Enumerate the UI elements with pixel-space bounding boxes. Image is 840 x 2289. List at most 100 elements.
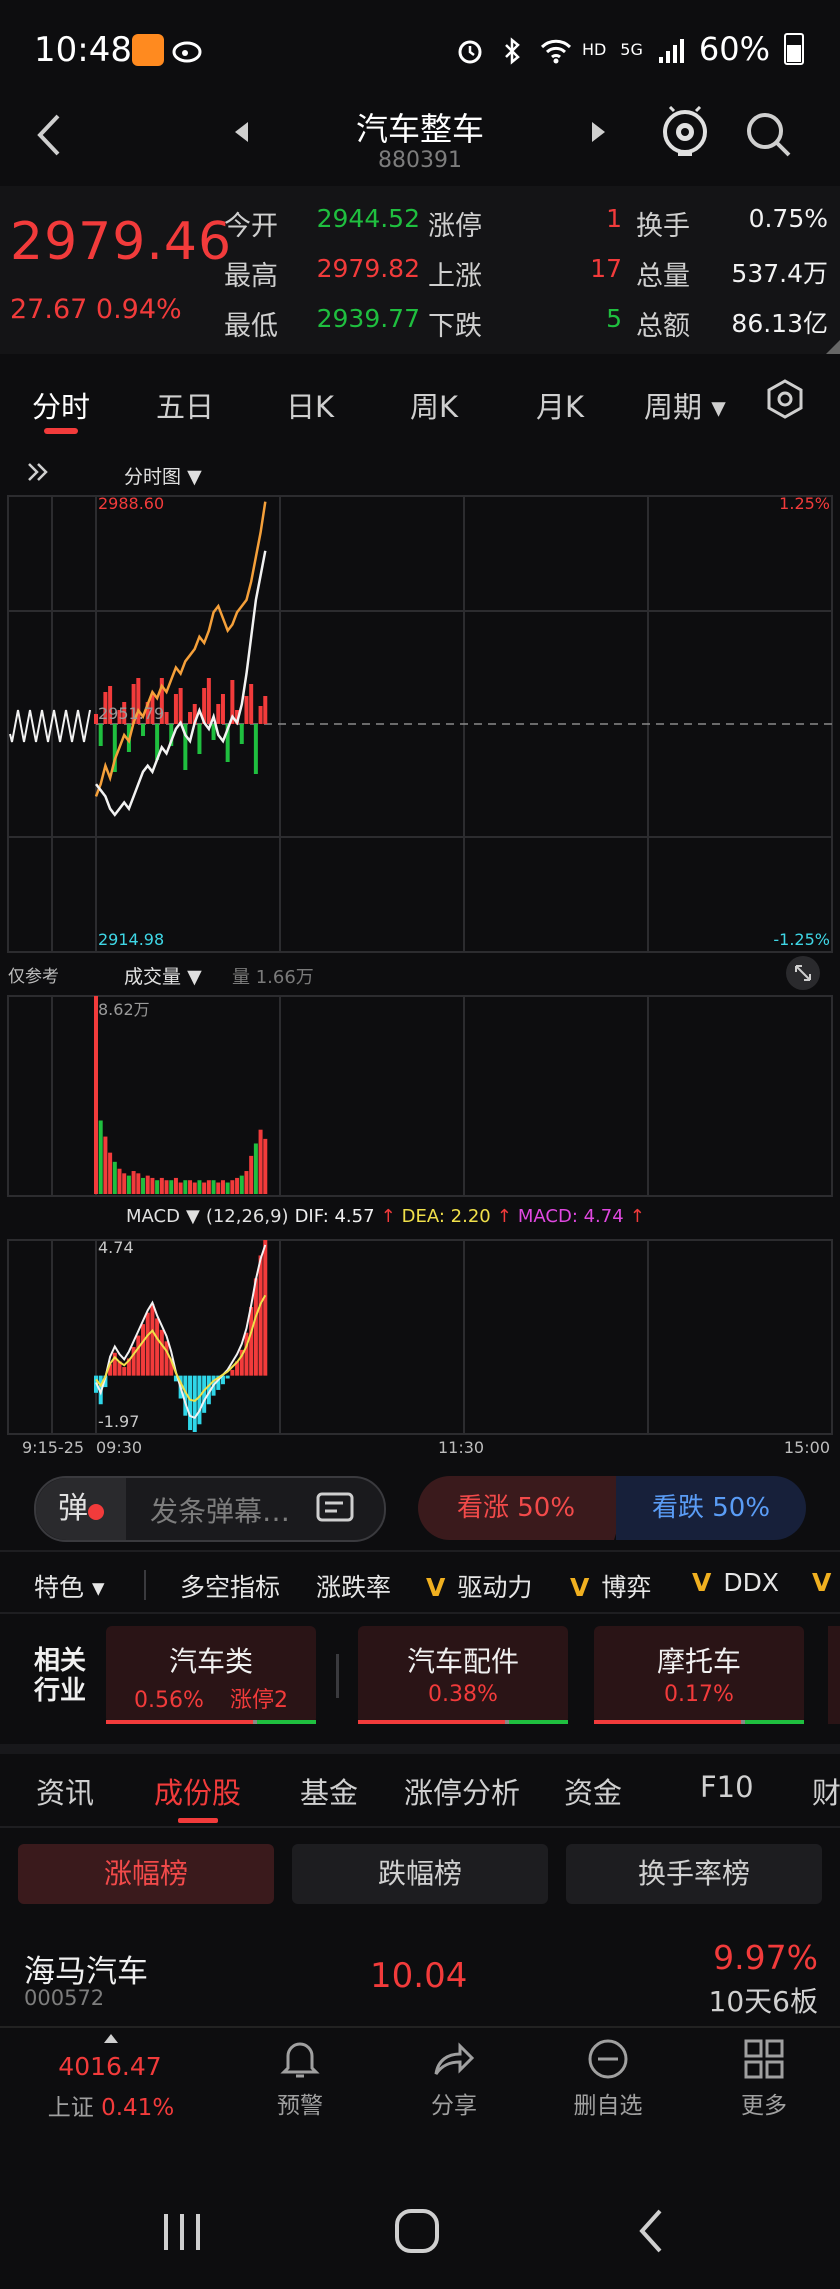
time-label-pre: 9:15-25 (22, 1438, 85, 1457)
sentiment-bar (258, 706, 263, 724)
volume-bar (253, 1143, 258, 1194)
sentiment-bar (178, 688, 183, 724)
divider (336, 1654, 339, 1698)
danmu-check-icon (88, 1504, 104, 1520)
tab-label: 月K (536, 390, 585, 424)
price-mid-label: 2951.79 (98, 704, 165, 723)
info-tab[interactable]: F10 (700, 1770, 754, 1804)
assistant-icon[interactable] (660, 105, 710, 162)
volume-bar (188, 1180, 193, 1194)
price-high-label: 2988.60 (98, 494, 165, 513)
danmu-placeholder[interactable]: 发条弹幕… (150, 1490, 290, 1530)
divider (0, 2026, 840, 2028)
info-tab[interactable]: 涨停分析 (404, 1770, 520, 1812)
danmu-list-icon[interactable] (316, 1492, 356, 1528)
volume-bar (249, 1155, 254, 1194)
feature-item[interactable]: V DDX (692, 1568, 779, 1597)
rank-button[interactable]: 涨幅榜 (18, 1844, 274, 1904)
tab-label: 周K (410, 390, 459, 424)
nav-item[interactable]: 预警 (240, 2038, 360, 2120)
volume-bar (126, 1175, 131, 1194)
feature-item-label: 多空指标 (180, 1573, 281, 1602)
recent-apps-icon[interactable] (160, 2210, 204, 2258)
last-price: 2979.46 (10, 212, 233, 272)
divider (144, 1570, 146, 1600)
rank-button[interactable]: 换手率榜 (566, 1844, 822, 1904)
expand-left-icon[interactable] (26, 460, 50, 488)
search-icon[interactable] (744, 110, 794, 160)
volume-bar (206, 1180, 211, 1194)
volume-dropdown[interactable]: 成交量 ▼ (124, 962, 202, 989)
price-change: 27.67 0.94% (10, 294, 182, 325)
stock-price: 10.04 (370, 1956, 468, 1996)
macd-bar (230, 1369, 235, 1376)
tab-period[interactable]: 五日 (156, 384, 214, 426)
sentiment-bar (263, 696, 268, 724)
stat-label: 总额 (636, 311, 690, 342)
chart-settings-icon[interactable] (764, 378, 806, 424)
rank-button[interactable]: 跌幅榜 (292, 1844, 548, 1904)
macd-min-label: -1.97 (98, 1412, 140, 1431)
feature-item[interactable]: 多空指标 (180, 1568, 280, 1604)
vip-mark-icon: V (812, 1568, 832, 1597)
industry-label: 相关 行业 (34, 1646, 86, 1706)
danmu-toggle[interactable]: 弹 (36, 1478, 126, 1540)
volume-bar (98, 1120, 103, 1194)
bull-vote-button[interactable]: 看涨 50% (418, 1476, 614, 1540)
tab-period[interactable]: 月K (536, 384, 584, 426)
bear-vote-button[interactable]: 看跌 50% (616, 1476, 806, 1540)
sentiment-bar (173, 694, 178, 724)
next-stock-icon[interactable] (588, 120, 608, 148)
feature-item[interactable]: V 博弈 (570, 1568, 651, 1604)
home-icon[interactable] (394, 2208, 440, 2258)
industry-bar (594, 1720, 804, 1724)
intraday-chart[interactable] (0, 452, 840, 1464)
info-tab[interactable]: 资讯 (36, 1770, 94, 1812)
industry-card[interactable]: 汽车配件 0.38% (358, 1626, 568, 1724)
nav-item[interactable]: 更多 (704, 2038, 824, 2120)
change-value: 27.67 (10, 294, 88, 325)
stat-value: 2944.52 (316, 204, 420, 233)
info-tab[interactable]: 基金 (300, 1770, 358, 1812)
stock-name[interactable]: 海马汽车 (24, 1946, 148, 1991)
up-arrow-icon: ↑ (629, 1206, 645, 1227)
industry-card-partial (828, 1626, 840, 1724)
industry-extra: 涨停2 (229, 1688, 288, 1713)
chart-type-dropdown[interactable]: 分时图 ▼ (124, 462, 202, 489)
industry-sub: 0.17% (594, 1682, 804, 1707)
macd-bar (197, 1375, 202, 1425)
tab-period[interactable]: 周K (410, 384, 458, 426)
stock-pct: 9.97% (713, 1938, 818, 1977)
index-value[interactable]: 4016.47 (44, 2052, 176, 2081)
network-label: HD (581, 39, 607, 59)
macd-bar (122, 1367, 127, 1376)
vip-mark-icon: V (692, 1568, 712, 1597)
sentiment-bar (249, 684, 254, 724)
nav-item-label: 更多 (741, 2093, 787, 2119)
tab-period[interactable]: 分时 (32, 384, 90, 426)
macd-bar (136, 1335, 141, 1376)
macd-value: MACD: 4.74 (517, 1206, 624, 1227)
system-back-icon[interactable] (636, 2208, 666, 2258)
industry-card[interactable]: 汽车类 0.56% 涨停2 (106, 1626, 316, 1724)
stat-label: 换手 (636, 211, 690, 242)
info-tab[interactable]: 成份股 (154, 1770, 241, 1812)
stat-value: 17 (590, 254, 622, 283)
fullscreen-icon[interactable] (786, 956, 820, 990)
macd-dea: DEA: 2.20 (401, 1206, 491, 1227)
macd-header[interactable]: MACD ▼ (12,26,9) DIF: 4.57 ↑ DEA: 2.20 ↑ M… (126, 1206, 645, 1227)
status-bar: 10:48 HD 5G 60% (0, 0, 840, 100)
tab-period[interactable]: 日K (286, 384, 334, 426)
feature-item[interactable]: V 驱动力 (426, 1568, 532, 1604)
info-tab[interactable]: 财 (812, 1770, 840, 1812)
nav-item[interactable]: 分享 (394, 2038, 514, 2120)
industry-card[interactable]: 摩托车 0.17% (594, 1626, 804, 1724)
industry-sub: 0.56% 涨停2 (106, 1682, 316, 1714)
feature-item[interactable]: 涨跌率 (316, 1568, 391, 1604)
tab-period[interactable]: 周期 ▾ (644, 384, 726, 426)
feature-dropdown[interactable]: 特色 ▾ (34, 1568, 105, 1604)
volume-bar (122, 1173, 127, 1194)
bell-icon (240, 2038, 360, 2084)
nav-item[interactable]: 删自选 (548, 2038, 668, 2120)
info-tab[interactable]: 资金 (564, 1770, 622, 1812)
